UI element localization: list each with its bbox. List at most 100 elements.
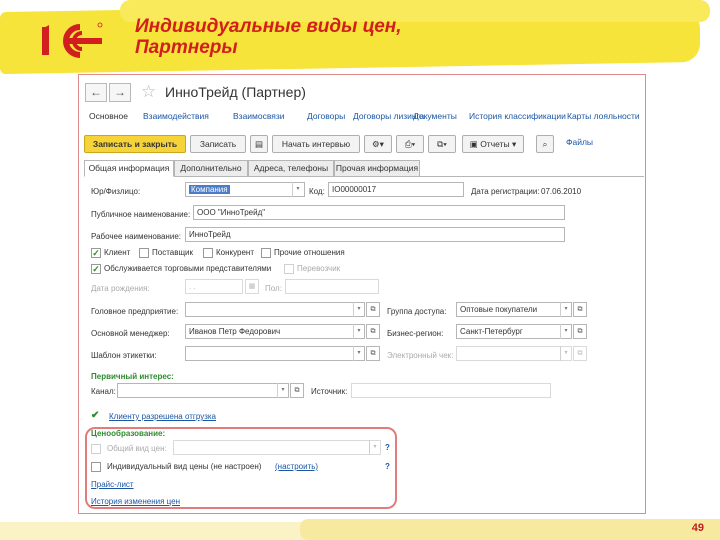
open-icon[interactable]: ⧉: [573, 324, 587, 339]
channel-label: Канал:: [91, 387, 116, 396]
common-price-field[interactable]: [173, 440, 381, 455]
chevron-down-icon[interactable]: ▾: [292, 182, 303, 197]
common-price-checkbox[interactable]: [91, 444, 101, 454]
link-contracts[interactable]: Договоры: [307, 111, 345, 121]
attachment-icon[interactable]: ⌕: [536, 135, 554, 153]
link-classification-history[interactable]: История классификации: [469, 111, 566, 121]
section-links: Основное Взаимодействия Взаимосвязи Дого…: [85, 111, 645, 127]
business-region-field[interactable]: Санкт-Петербург: [456, 324, 572, 339]
check-icon: ✔: [91, 410, 100, 421]
link-relations[interactable]: Взаимосвязи: [233, 111, 285, 121]
shipment-allowed-link[interactable]: Клиенту разрешена отгрузка: [109, 412, 216, 421]
link-loyalty-cards[interactable]: Карты лояльности: [567, 111, 640, 121]
files-link[interactable]: Файлы: [566, 137, 593, 147]
open-icon[interactable]: ⧉: [366, 346, 380, 361]
tab-other-info[interactable]: Прочая информация: [334, 160, 420, 177]
supplier-checkbox[interactable]: [139, 248, 149, 258]
tab-additional[interactable]: Дополнительно: [174, 160, 248, 177]
e-check-label: Электронный чек:: [387, 351, 454, 360]
chevron-down-icon[interactable]: ▾: [560, 324, 571, 339]
served-by-reps-checkbox[interactable]: ✓: [91, 264, 101, 274]
star-icon[interactable]: ☆: [141, 82, 156, 102]
open-icon[interactable]: ⧉: [573, 346, 587, 361]
label-template-label: Шаблон этикетки:: [91, 351, 157, 360]
back-button[interactable]: ←: [85, 83, 107, 102]
open-icon[interactable]: ⧉: [366, 324, 380, 339]
gender-label: Пол:: [265, 284, 282, 293]
calendar-icon[interactable]: ▦: [245, 279, 259, 294]
code-field[interactable]: IO00000017: [328, 182, 464, 197]
chevron-down-icon[interactable]: ▾: [277, 383, 288, 398]
link-interactions[interactable]: Взаимодействия: [143, 111, 209, 121]
chevron-down-icon[interactable]: ▾: [353, 346, 364, 361]
start-interview-button[interactable]: Начать интервью: [272, 135, 360, 153]
document-icon[interactable]: ▤: [250, 135, 268, 153]
window-title: ИнноТрейд (Партнер): [165, 84, 306, 100]
1c-logo-icon: [42, 22, 103, 58]
link-main[interactable]: Основное: [89, 111, 128, 121]
birth-date-label: Дата рождения:: [91, 284, 150, 293]
gender-select[interactable]: [285, 279, 379, 294]
carrier-checkbox[interactable]: [284, 264, 294, 274]
related-docs-icon[interactable]: ⧉▾: [428, 135, 456, 153]
supplier-label: Поставщик: [152, 248, 194, 257]
help-icon[interactable]: ?: [385, 443, 390, 452]
save-and-close-button[interactable]: Записать и закрыть: [84, 135, 186, 153]
head-company-field[interactable]: [185, 302, 365, 317]
slide-title-line1: Индивидуальные виды цен,: [135, 16, 402, 37]
birth-date-field[interactable]: . .: [185, 279, 243, 294]
public-name-label: Публичное наименование:: [91, 210, 191, 219]
reports-button[interactable]: ▣ Отчеты ▾: [462, 135, 524, 153]
toolbar: Записать и закрыть Записать ▤ Начать инт…: [84, 135, 644, 155]
chevron-down-icon[interactable]: ▾: [560, 302, 571, 317]
business-region-label: Бизнес-регион:: [387, 329, 444, 338]
partner-form-window: ← → ☆ ИнноТрейд (Партнер) Основное Взаим…: [78, 74, 646, 514]
other-relations-checkbox[interactable]: [261, 248, 271, 258]
e-check-field[interactable]: [456, 346, 572, 361]
common-price-label: Общий вид цен:: [107, 444, 167, 453]
competitor-checkbox[interactable]: [203, 248, 213, 258]
chevron-down-icon[interactable]: ▾: [560, 346, 571, 361]
individual-price-checkbox[interactable]: [91, 462, 101, 472]
served-by-reps-label: Обслуживается торговыми представителями: [104, 264, 272, 273]
forward-button[interactable]: →: [109, 83, 131, 102]
label-template-field[interactable]: [185, 346, 365, 361]
price-history-link[interactable]: История изменения цен: [91, 497, 180, 506]
save-button[interactable]: Записать: [190, 135, 246, 153]
tab-addresses[interactable]: Адреса, телефоны: [248, 160, 334, 177]
legal-form-value: Компания: [189, 185, 230, 194]
slide-title-line2: Партнеры: [135, 37, 238, 58]
code-label: Код:: [309, 187, 325, 196]
chevron-down-icon[interactable]: ▾: [353, 302, 364, 317]
channel-field[interactable]: [117, 383, 289, 398]
client-checkbox[interactable]: ✓: [91, 248, 101, 258]
tab-general[interactable]: Общая информация: [84, 160, 174, 177]
print-icon[interactable]: ⎙▾: [396, 135, 424, 153]
access-group-field[interactable]: Оптовые покупатели: [456, 302, 572, 317]
legal-form-select[interactable]: Компания: [185, 182, 305, 197]
competitor-label: Конкурент: [216, 248, 255, 257]
open-icon[interactable]: ⧉: [573, 302, 587, 317]
work-name-field[interactable]: ИнноТрейд: [185, 227, 565, 242]
open-icon[interactable]: ⧉: [366, 302, 380, 317]
individual-price-label: Индивидуальный вид цены (не настроен): [107, 462, 262, 471]
link-documents[interactable]: Документы: [413, 111, 457, 121]
client-label: Клиент: [104, 248, 131, 257]
create-based-on-icon[interactable]: ⚙▾: [364, 135, 392, 153]
configure-link[interactable]: (настроить): [275, 462, 318, 471]
carrier-label: Перевозчик: [297, 264, 341, 273]
price-list-link[interactable]: Прайс-лист: [91, 480, 134, 489]
reg-date-value: 07.06.2010: [541, 187, 582, 196]
reports-label: Отчеты: [480, 139, 510, 149]
help-icon[interactable]: ?: [385, 462, 390, 471]
public-name-field[interactable]: ООО "ИнноТрейд": [193, 205, 565, 220]
chevron-down-icon[interactable]: ▾: [369, 440, 380, 455]
manager-label: Основной менеджер:: [91, 329, 170, 338]
chevron-down-icon[interactable]: ▾: [353, 324, 364, 339]
source-field[interactable]: [351, 383, 551, 398]
head-company-label: Головное предприятие:: [91, 307, 179, 316]
work-name-label: Рабочее наименование:: [91, 232, 181, 241]
pricing-title: Ценообразование:: [91, 429, 166, 438]
manager-field[interactable]: Иванов Петр Федорович: [185, 324, 365, 339]
open-icon[interactable]: ⧉: [290, 383, 304, 398]
